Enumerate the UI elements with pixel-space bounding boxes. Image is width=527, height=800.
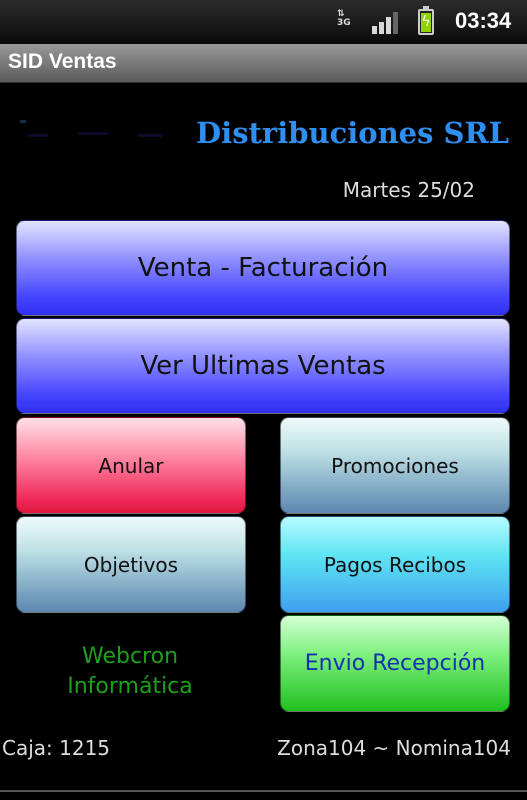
status-time: 03:34 [455,8,512,33]
bottom-divider [0,790,527,792]
branding-line-2: Informática [67,674,193,699]
anular-button[interactable]: Anular [16,417,246,514]
company-name: Distribuciones SRL [196,116,509,150]
zona-nomina-label: Zona104 ~ Nomina104 [277,736,511,760]
app-title-bar: SID Ventas [0,44,527,83]
caja-label: Caja: 1215 [2,736,111,760]
network-type-indicator: ⇅ 3G [337,9,351,28]
promociones-button[interactable]: Promociones [280,417,510,514]
branding-line-1: Webcron [81,644,179,669]
battery-charging-icon: ϟ [418,6,434,35]
venta-facturacion-button[interactable]: Venta - Facturación [16,220,510,316]
objetivos-button[interactable]: Objetivos [16,516,246,613]
signal-bars-icon [372,12,400,34]
pagos-recibos-button[interactable]: Pagos Recibos [280,516,510,613]
status-bar: ⇅ 3G ϟ 03:34 [0,0,527,44]
date-label: Martes 25/02 [342,178,475,202]
app-title: SID Ventas [8,50,117,73]
envio-recepcion-button[interactable]: Envio Recepción [280,615,510,712]
webcron-branding: Webcron Informática [30,642,230,702]
ver-ultimas-ventas-button[interactable]: Ver Ultimas Ventas [16,318,510,414]
logo-image [18,120,168,142]
